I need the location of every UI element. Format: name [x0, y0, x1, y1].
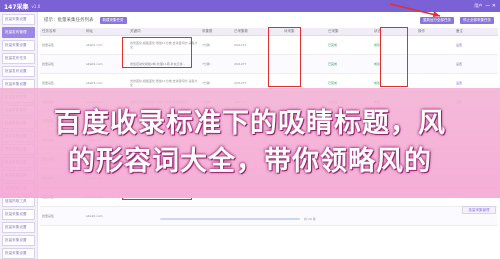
table-cell [416, 36, 454, 54]
column-header: 已采集 [328, 29, 339, 33]
row-action-link[interactable]: 设置 [454, 36, 498, 54]
table-cell: 批量采集 [42, 62, 55, 66]
pager-text: 共 10 条 [304, 217, 316, 221]
window-controls[interactable]: — ✕ [485, 3, 496, 9]
sidebar-item[interactable]: 批量采集设置 [2, 40, 35, 51]
column-header: 操作 [418, 29, 425, 33]
sidebar-item[interactable]: 批量发布设置 [2, 66, 35, 77]
table-cell: 批量采集 [42, 43, 55, 47]
highlight-status [380, 27, 408, 87]
pagination: 共 10 条 [40, 216, 498, 222]
column-header: 任务名称 [42, 29, 56, 33]
highlight-keywords [122, 37, 192, 68]
new-task-button[interactable]: 新建采集任务 [99, 16, 127, 24]
column-header: 网址 [86, 29, 93, 33]
table-cell: 7分钟 [202, 62, 210, 66]
toolbar-hint: 提示：批量采集任务列表 [44, 18, 94, 23]
column-header: 采集数 [202, 29, 213, 33]
sidebar-item[interactable]: 批量发布管理 [2, 27, 35, 38]
table-cell: 已完成 [328, 62, 338, 66]
sidebar-item[interactable]: 批量采集设置 [2, 248, 35, 259]
banner-line-2: 的形容词大全，带你领略风的 [68, 146, 432, 177]
sidebar-item[interactable]: 批量发布任务 [2, 53, 35, 64]
row-action-link[interactable]: 设置 [454, 55, 498, 73]
table-cell: 7分钟 [202, 43, 210, 47]
table-cell [416, 55, 454, 73]
column-header: 备注 [456, 29, 463, 33]
column-header: 关键词 [130, 29, 141, 33]
annotation-arrow [389, 3, 441, 17]
app-version: v1.0 [31, 3, 41, 9]
table-cell: 已完成 [328, 43, 338, 47]
sidebar-item[interactable]: 批量采集设置 [2, 222, 35, 233]
bottom-button[interactable]: 批量采集管理 [462, 206, 496, 214]
scrollbar[interactable] [160, 218, 300, 220]
sidebar-item[interactable]: 批量采集设置 [2, 14, 35, 25]
stop-all-button[interactable]: 停止全部采集任务 [460, 16, 494, 24]
highlight-collected [268, 27, 301, 87]
overlay-banner: 百度收录标准下的吸睛标题，风 的形容词大全，带你领略风的 [0, 88, 500, 198]
app-title: 147采集 [4, 3, 29, 11]
highlight-keywords-lower [122, 198, 192, 200]
sidebar-item[interactable]: 批量采集设置 [2, 209, 35, 220]
banner-line-1: 百度收录标准下的吸睛标题，风 [54, 108, 446, 139]
user-label[interactable]: 用户 [474, 3, 482, 9]
sidebar-item[interactable]: 批量采集设置 [2, 235, 35, 246]
